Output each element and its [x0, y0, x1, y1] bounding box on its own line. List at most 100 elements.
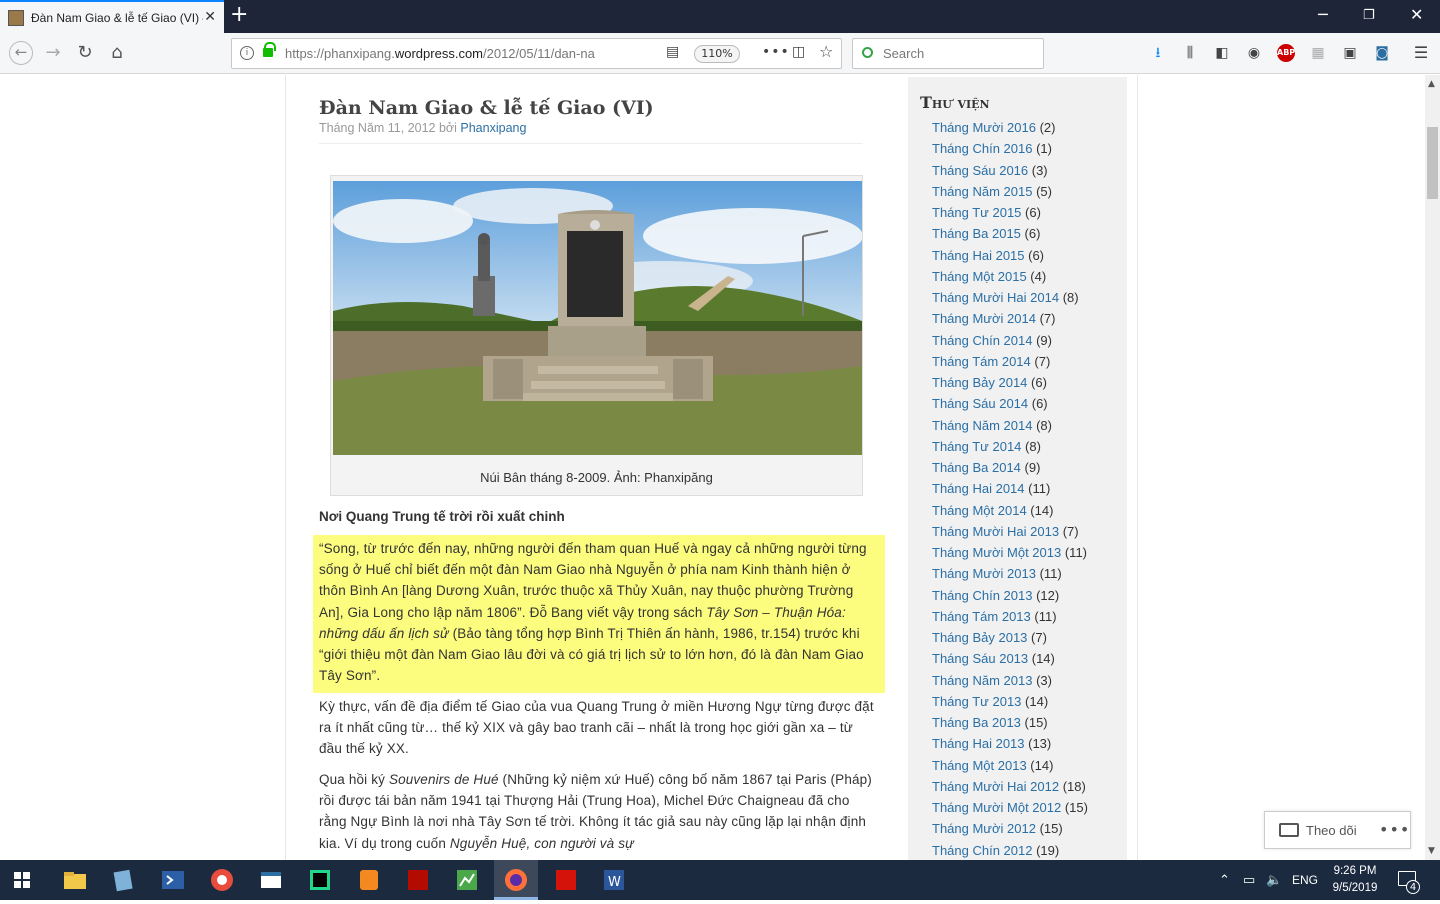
restore-icon[interactable]: ❐: [1363, 8, 1375, 23]
archive-link[interactable]: Tháng Sáu 2014: [932, 396, 1028, 411]
pdf-icon[interactable]: [552, 866, 580, 894]
archive-link[interactable]: Tháng Tư 2014: [932, 439, 1021, 454]
page-actions-icon[interactable]: •••: [762, 44, 790, 60]
url-bar[interactable]: i https://phanxipang.wordpress.com/2012/…: [231, 38, 842, 69]
reader-view-icon[interactable]: ▤: [666, 44, 679, 60]
scroll-down-icon[interactable]: ▼: [1428, 846, 1435, 856]
minimize-icon[interactable]: ─: [1318, 5, 1328, 24]
monument-photo[interactable]: [333, 181, 862, 455]
archive-link[interactable]: Tháng Ba 2013: [932, 715, 1021, 730]
volume-icon[interactable]: 🔈: [1266, 872, 1282, 888]
new-tab-button[interactable]: +: [230, 4, 248, 26]
archive-link[interactable]: Tháng Mười 2012: [932, 821, 1036, 836]
pocket-icon[interactable]: ◫: [792, 44, 805, 60]
archive-count: (8): [1032, 417, 1052, 433]
archive-count: (13): [1024, 736, 1052, 752]
adblock-icon[interactable]: ABP: [1277, 44, 1295, 62]
word-icon[interactable]: W: [600, 866, 628, 894]
network-icon[interactable]: ▭: [1243, 872, 1255, 888]
archive-link[interactable]: Tháng Chín 2012: [932, 843, 1032, 858]
reader-icon[interactable]: ▣: [1341, 44, 1359, 62]
archive-count: (4): [1026, 268, 1047, 284]
archive-count: (19): [1032, 842, 1060, 858]
archive-item: Tháng Mười 2016 (2): [932, 117, 1088, 138]
close-tab-icon[interactable]: ✕: [204, 9, 216, 25]
archive-link[interactable]: Tháng Ba 2014: [932, 460, 1021, 475]
window-close-icon[interactable]: ✕: [1410, 5, 1423, 24]
url-text[interactable]: https://phanxipang.wordpress.com/2012/05…: [285, 46, 625, 61]
archive-link[interactable]: Tháng Tư 2013: [932, 694, 1021, 709]
archive-link[interactable]: Tháng Sáu 2016: [932, 163, 1028, 178]
archive-link[interactable]: Tháng Một 2013: [932, 758, 1027, 773]
archive-link[interactable]: Tháng Mười 2016: [932, 120, 1036, 135]
archive-link[interactable]: Tháng Mười Hai 2012: [932, 779, 1059, 794]
account-icon[interactable]: ◉: [1245, 44, 1263, 62]
notebook-app-icon[interactable]: [109, 866, 137, 894]
screenshot-icon[interactable]: ◙: [1373, 44, 1391, 62]
bookmark-star-icon[interactable]: ☆: [819, 42, 833, 61]
archive-link[interactable]: Tháng Bảy 2014: [932, 375, 1027, 390]
file-explorer-icon[interactable]: [61, 866, 89, 894]
menu-icon[interactable]: ☰: [1412, 44, 1430, 62]
archive-link[interactable]: Tháng Năm 2014: [932, 418, 1032, 433]
tray-chevron-icon[interactable]: ⌃: [1219, 872, 1230, 888]
archive-link[interactable]: Tháng Mười 2013: [932, 566, 1036, 581]
search-icon: [862, 47, 873, 58]
more-options-icon[interactable]: •••: [1379, 820, 1410, 839]
archive-link[interactable]: Tháng Hai 2015: [932, 248, 1025, 263]
archive-link[interactable]: Tháng Tám 2013: [932, 609, 1031, 624]
archive-link[interactable]: Tháng Tám 2014: [932, 354, 1031, 369]
archive-link[interactable]: Tháng Mười 2014: [932, 311, 1036, 326]
archive-link[interactable]: Tháng Chín 2014: [932, 333, 1032, 348]
archive-link[interactable]: Tháng Hai 2013: [932, 736, 1025, 751]
zoom-level[interactable]: 110%: [694, 45, 740, 63]
language-indicator[interactable]: ENG: [1292, 873, 1318, 887]
scroll-up-icon[interactable]: ▲: [1428, 79, 1435, 89]
archive-link[interactable]: Tháng Mười Hai 2014: [932, 290, 1059, 305]
scrollbar-thumb[interactable]: [1427, 127, 1438, 199]
archive-link[interactable]: Tháng Sáu 2013: [932, 651, 1028, 666]
archive-link[interactable]: Tháng Ba 2015: [932, 226, 1021, 241]
archive-count: (11): [1024, 481, 1051, 497]
firefox-icon[interactable]: [494, 860, 538, 900]
sidebar-icon[interactable]: ◧: [1213, 44, 1231, 62]
archive-link[interactable]: Tháng Tư 2015: [932, 205, 1021, 220]
home-icon[interactable]: ⌂: [106, 42, 128, 64]
info-icon[interactable]: i: [240, 46, 254, 60]
search-bar[interactable]: Search: [852, 38, 1044, 69]
archive-link[interactable]: Tháng Mười Một 2012: [932, 800, 1061, 815]
extension-icon[interactable]: ▦: [1309, 44, 1327, 62]
acrobat-icon[interactable]: [404, 866, 432, 894]
notification-count: 4: [1406, 880, 1420, 894]
back-icon[interactable]: ←: [9, 41, 33, 65]
sublime-icon[interactable]: [355, 866, 383, 894]
navigation-toolbar: ← → ↻ ⌂ i https://phanxipang.wordpress.c…: [0, 33, 1440, 74]
library-icon[interactable]: ⫼: [1181, 44, 1199, 62]
archive-link[interactable]: Tháng Một 2014: [932, 503, 1027, 518]
archive-link[interactable]: Tháng Năm 2015: [932, 184, 1032, 199]
archive-link[interactable]: Tháng Hai 2014: [932, 481, 1025, 496]
archive-link[interactable]: Tháng Một 2015: [932, 269, 1027, 284]
archive-link[interactable]: Tháng Chín 2016: [932, 141, 1032, 156]
post-figure: Núi Bân tháng 8-2009. Ảnh: Phanxipăng: [330, 175, 863, 496]
author-link[interactable]: Phanxipang: [460, 121, 526, 135]
tab-active[interactable]: Đàn Nam Giao & lễ tế Giao (VI) – P ✕: [0, 0, 224, 33]
forward-icon[interactable]: →: [42, 42, 64, 64]
chrome-like-icon[interactable]: [208, 866, 236, 894]
archive-link[interactable]: Tháng Bảy 2013: [932, 630, 1027, 645]
chart-app-icon[interactable]: [453, 866, 481, 894]
archive-link[interactable]: Tháng Chín 2013: [932, 588, 1032, 603]
archive-count: (11): [1035, 566, 1062, 582]
pycharm-icon[interactable]: [306, 866, 334, 894]
windows-start-icon[interactable]: [14, 872, 30, 888]
reload-icon[interactable]: ↻: [74, 42, 96, 64]
powershell-icon[interactable]: [159, 866, 187, 894]
archive-link[interactable]: Tháng Năm 2013: [932, 673, 1032, 688]
archive-count: (7): [1027, 630, 1047, 645]
window-app-icon[interactable]: [257, 866, 285, 894]
archive-link[interactable]: Tháng Mười Hai 2013: [932, 524, 1059, 539]
follow-button[interactable]: Theo dõi •••: [1264, 811, 1411, 849]
archive-link[interactable]: Tháng Mười Một 2013: [932, 545, 1061, 560]
download-icon[interactable]: ⭳: [1149, 44, 1167, 62]
clock[interactable]: 9:26 PM 9/5/2019: [1326, 863, 1384, 897]
